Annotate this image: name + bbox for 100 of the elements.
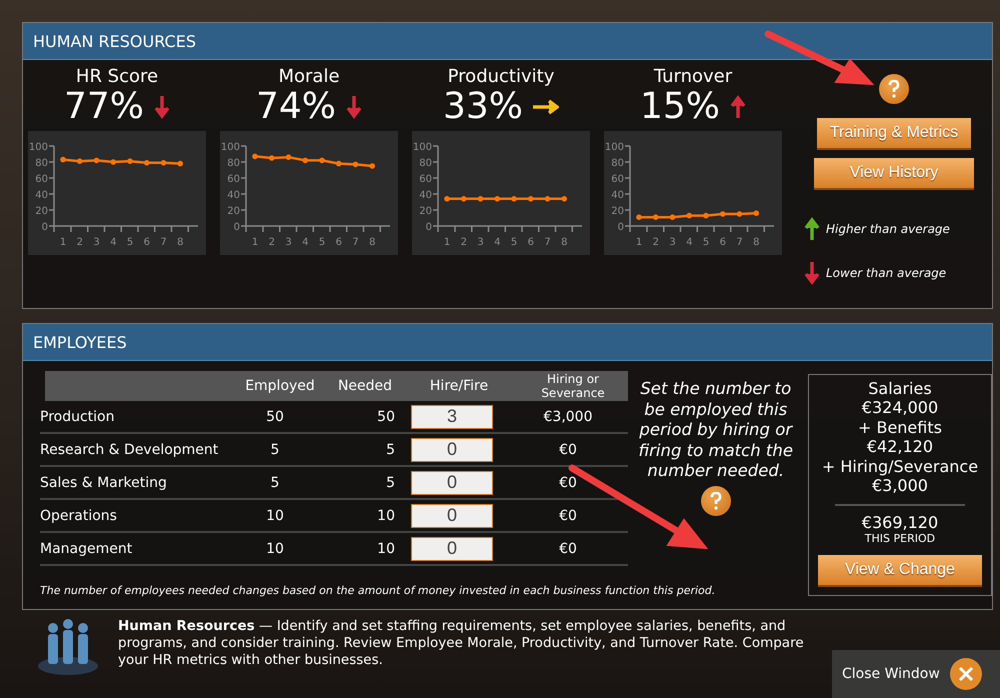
legend-label: Higher than average [826, 222, 950, 236]
point [302, 158, 308, 164]
tick-label: 1 [60, 237, 66, 248]
tick-label: 8 [369, 237, 376, 248]
tick-label: 1 [252, 237, 258, 248]
tick-label: 5 [126, 237, 134, 248]
point [286, 154, 292, 160]
hire-fire-field[interactable]: 0 [411, 438, 493, 462]
tick-label: 7 [544, 237, 551, 248]
table-cell-text: Management [40, 540, 134, 556]
tick-label: 2 [268, 237, 275, 248]
tick-label: 60 [35, 174, 48, 185]
tick-label: 4 [494, 237, 500, 248]
table-cell-text: €0 [558, 474, 578, 490]
point [336, 160, 342, 166]
footnote: The number of employees needed changes based on the amount of money invested in each business function this period. [40, 584, 716, 598]
summary-line: + Hiring/Severance [822, 456, 978, 476]
panel-title: EMPLOYEES [23, 324, 992, 361]
hire-fire-field[interactable]: 0 [411, 536, 493, 560]
tick-label: 2 [460, 237, 467, 248]
point [369, 163, 376, 169]
tick-label: 100 [604, 142, 624, 153]
table-cell-text: 10 [376, 508, 395, 524]
table-cell-text: 10 [376, 540, 395, 556]
tick-label: 4 [686, 237, 692, 248]
tick-label: 20 [227, 206, 240, 217]
column-header: Employed [244, 378, 316, 394]
tick-label: 5 [318, 237, 326, 248]
tick-label: 60 [419, 174, 432, 185]
metric-label: Morale [278, 66, 340, 87]
table-cell-text: €0 [558, 508, 578, 524]
table-cell-text: 10 [265, 540, 285, 556]
tick-label: 100 [28, 142, 48, 153]
tick-label: 3 [477, 237, 484, 248]
column-header: Hire/Fire [428, 378, 490, 394]
tick-label: 4 [110, 237, 116, 248]
tick-label: 0 [618, 222, 624, 233]
tick-label: 60 [227, 174, 240, 185]
tick-label: 100 [412, 142, 432, 153]
metric-value: 33% [442, 87, 523, 127]
tick-label: 4 [302, 237, 308, 248]
tick-label: 1 [444, 237, 450, 248]
tick-label: 2 [76, 237, 83, 248]
tick-label: 80 [35, 158, 48, 169]
summary-line: Salaries [868, 379, 932, 398]
table-cell-text: €0 [558, 540, 578, 556]
tick-label: 0 [234, 222, 240, 233]
tick-label: 8 [753, 237, 760, 248]
tick-label: 80 [419, 158, 432, 169]
tick-label: 20 [35, 206, 48, 217]
summary-line: €324,000 [862, 398, 938, 418]
tick-label: 5 [510, 237, 518, 248]
tick-label: 80 [227, 158, 240, 169]
point [352, 162, 358, 168]
tick-label: 7 [160, 237, 167, 248]
table-cell-text: 5 [270, 442, 280, 458]
tick-label: 6 [528, 237, 534, 248]
tick-label: 6 [336, 237, 342, 248]
tick-label: 3 [285, 237, 292, 248]
tick-label: 20 [611, 206, 624, 217]
table-cell-text: 5 [270, 474, 280, 490]
tick-label: 7 [736, 237, 743, 248]
tick-label: 0 [42, 222, 48, 233]
table-cell-text: 5 [385, 442, 395, 458]
summary-line: €3,000 [872, 476, 928, 496]
tick-label: 7 [352, 237, 359, 248]
summary-line: + Benefits [858, 418, 942, 438]
tick-label: 40 [35, 190, 48, 201]
metric-value: 15% [640, 87, 720, 127]
table-cell-text: 50 [265, 408, 285, 424]
tick-label: 3 [669, 237, 676, 248]
summary-line: €42,120 [866, 437, 934, 457]
point [252, 154, 258, 160]
tick-label: 5 [702, 237, 710, 248]
total-amount: €369,120 [862, 514, 938, 532]
tick-label: 40 [419, 190, 432, 201]
table-cell-text: €3,000 [542, 408, 594, 424]
table-cell-text: 10 [265, 508, 285, 524]
column-header: Hiring or Severance [540, 372, 606, 400]
hint-text: Set the number to be employed this period by hiring or firing to match the number needed. [638, 379, 794, 482]
table-cell-text: Sales & Marketing [40, 474, 168, 490]
tick-label: 40 [227, 190, 240, 201]
metric-label: HR Score [76, 66, 158, 87]
table-cell-text: Operations [40, 508, 118, 524]
tick-label: 3 [93, 237, 100, 248]
metric-value: 74% [256, 87, 336, 127]
table-cell-text: 50 [376, 408, 395, 424]
tick-label: 20 [419, 206, 432, 217]
tick-label: 1 [636, 237, 642, 248]
tick-label: 40 [611, 190, 624, 201]
close-window-button[interactable]: Close Window [832, 650, 1000, 698]
tick-label: 0 [426, 222, 432, 233]
hire-fire-field[interactable]: 3 [411, 404, 493, 428]
hire-fire-field[interactable]: 0 [411, 504, 493, 528]
tick-label: 6 [720, 237, 726, 248]
metric-label: Turnover [654, 66, 732, 87]
table-cell-text: Research & Development [40, 442, 220, 458]
metric-value: 77% [64, 87, 144, 127]
hire-fire-field[interactable]: 0 [411, 470, 493, 494]
point [268, 155, 275, 161]
